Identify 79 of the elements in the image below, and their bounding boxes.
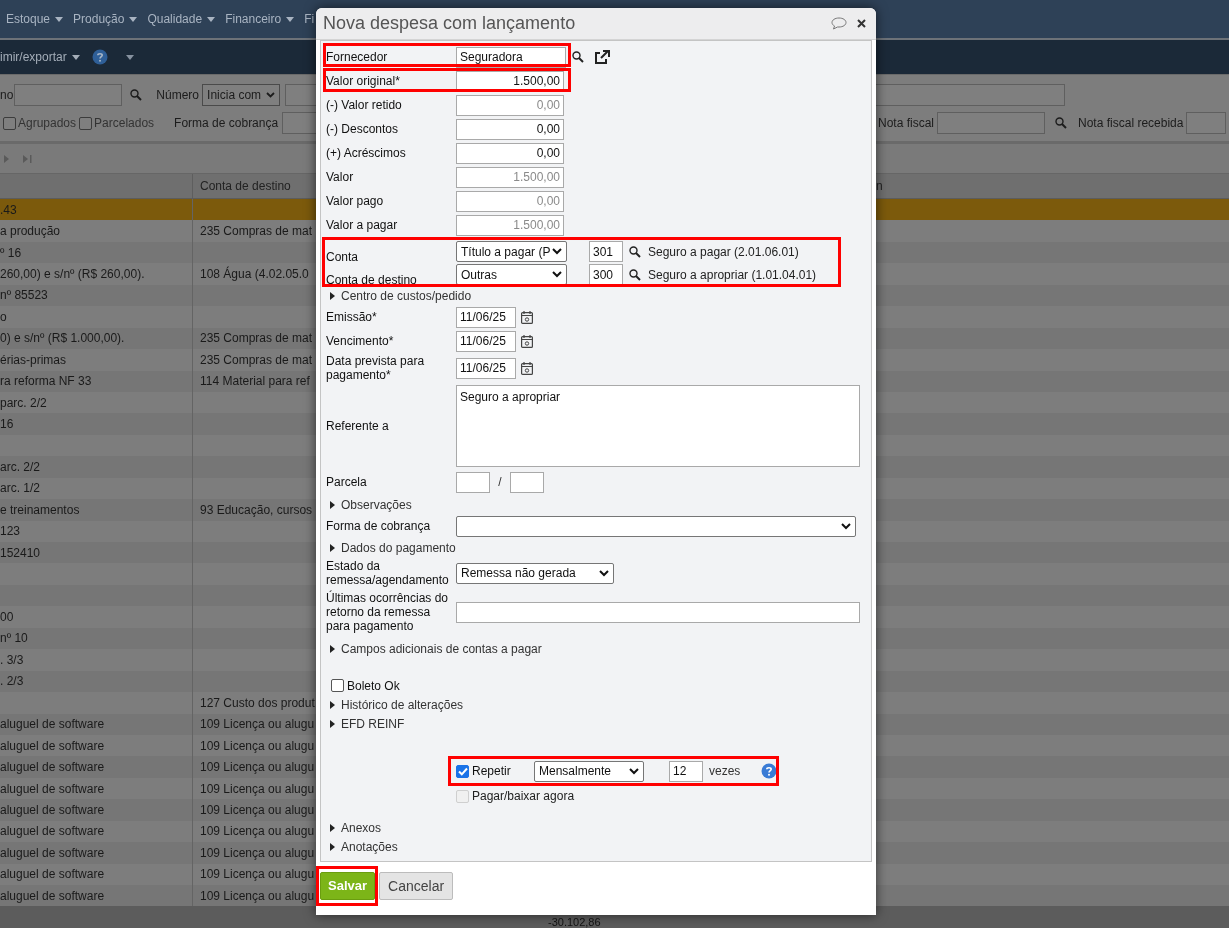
field-label: Forma de cobrança [326,519,432,533]
unit-label: vezes [709,763,741,780]
filter-label: Nota fiscal [878,115,935,132]
table-cell-text: parc. 2/2 [0,394,47,412]
table-cell-text: aluguel de software [0,737,105,755]
table-cell-text: nº 10 [0,630,28,648]
table-cell-text: érias-primas [0,351,66,369]
table-cell-text: nº 85523 [0,287,48,305]
table-cell-text: arc. 2/2 [0,458,41,476]
filter-label: Forma de cobrança [174,115,279,132]
account-description: Seguro a apropriar (1.01.04.01) [648,266,817,284]
table-cell-text: ra reforma NF 33 [0,373,92,391]
checkbox-label: Agrupados [18,115,77,132]
table-cell-text: 235 Compras de mat [200,330,313,348]
field-label: (+) Acréscimos [326,146,407,160]
table-cell-text: 235 Compras de mat [200,351,313,369]
table-cell-text: 93 Educação, cursos [200,501,313,519]
table-cell-text: 109 Licença ou alugu [200,716,315,734]
field-label: Fornecedor [326,50,389,64]
table-cell-text: o [0,308,7,326]
table-cell-text: 127 Custo dos produt [200,694,315,712]
checkbox-label: Pagar/baixar agora [472,788,575,805]
table-cell-text: 109 Licença ou alugu [200,823,315,841]
table-cell-text: 109 Licença ou alugu [200,737,315,755]
field-label: (-) Valor retido [326,98,403,112]
field-label: Últimas ocorrências do retorno da remessa para pagamento [326,591,450,633]
field-label: Data prevista para pagamento* [326,354,426,382]
table-cell-text: aluguel de software [0,844,105,862]
table-cell-text: 123 [0,523,21,541]
table-cell-text: a produção [0,223,61,241]
field-label: Estado da remessa/agendamento [326,559,450,587]
field-label: Referente a [326,419,390,433]
table-cell-text: aluguel de software [0,866,105,884]
table-cell-text: aluguel de software [0,801,105,819]
table-cell-text: 114 Material para ref [200,373,310,391]
field-label: Valor [326,170,355,184]
filter-label: Número [156,87,200,104]
table-cell-text: 00 [0,609,14,627]
field-label: Emissão* [326,310,378,324]
filter-label: no [0,87,14,104]
table-cell-text: 109 Licença ou alugu [200,780,315,798]
field-label: Vencimento* [326,334,395,348]
table-cell-text: 16 [0,416,14,434]
checkbox-label: Boleto Ok [347,677,400,695]
field-label: Valor original* [326,74,401,88]
table-cell-text: 0) e s/nº (R$ 1.000,00). [0,330,125,348]
table-cell-text: 109 Licença ou alugu [200,844,315,862]
table-cell-text: . 3/3 [0,651,24,669]
table-cell-text: aluguel de software [0,823,105,841]
dialog-title: Nova despesa com lançamento [323,12,577,35]
table-cell-text: 109 Licença ou alugu [200,801,315,819]
table-cell-text: 109 Licença ou alugu [200,887,315,905]
table-cell-text: e treinamentos [0,501,80,519]
table-cell-text: aluguel de software [0,780,105,798]
table-cell-text: 109 Licença ou alugu [200,759,315,777]
field-label: Conta de destino [326,273,418,287]
table-cell-text: .43 [0,201,17,219]
table-cell-text: 260,00) e s/nº (R$ 260,00). [0,266,145,284]
field-label: (-) Descontos [326,122,400,136]
table-cell-text: aluguel de software [0,887,105,905]
field-label: Conta [326,250,360,264]
account-description: Seguro a pagar (2.01.06.01) [648,243,799,261]
checkbox-label: Parcelados [94,115,155,132]
table-cell-text: . 2/3 [0,673,24,691]
table-cell-text: 235 Compras de mat [200,223,313,241]
table-cell-text: arc. 1/2 [0,480,41,498]
field-label: Valor pago [326,194,385,208]
table-cell-text: aluguel de software [0,716,105,734]
field-label: Parcela [326,475,368,489]
total-amount: -30.102,86 [548,916,601,928]
table-cell-text: 152410 [0,544,41,562]
table-cell-text: º 16 [0,244,22,262]
table-cell: 108 Água (4.02.05.0 [200,265,309,284]
table-cell-text: 109 Licença ou alugu [200,866,315,884]
field-label: Valor a pagar [326,218,399,232]
separator-text: / [497,474,503,491]
filter-label: Nota fiscal recebida [1078,115,1184,132]
table-cell-text: aluguel de software [0,759,105,777]
checkbox-label: Repetir [472,763,512,780]
